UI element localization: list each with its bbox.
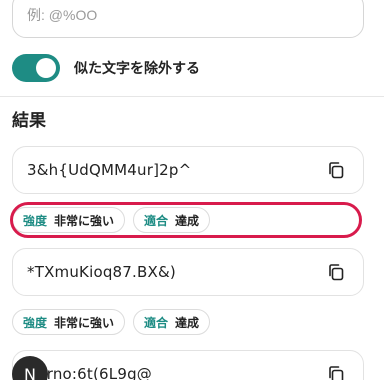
strength-key: 強度 [23,315,48,330]
strength-badge: 強度 非常に強い [12,309,126,335]
result-card: 3&h{UdQMM4ur]2p^ [12,146,364,194]
avatar-initial: N [24,364,36,380]
password-generator-page: 似た文字を除外する 結果 3&h{UdQMM4ur]2p^ 強度 非常に強い 適… [0,0,384,380]
copy-icon [329,264,344,281]
fit-key: 適合 [144,213,169,228]
fit-badge: 適合 達成 [133,309,211,335]
copy-button[interactable] [323,157,349,183]
result-card: *TXmuKioq87.BX&) [12,248,364,296]
exclude-characters-input[interactable] [12,0,364,38]
fit-value: 達成 [175,315,200,330]
divider [0,96,384,97]
exclude-similar-toggle[interactable] [12,54,60,82]
fit-key: 適合 [144,315,169,330]
strength-value: 非常に強い [54,315,115,330]
fit-value: 達成 [175,213,200,228]
copy-button[interactable] [323,259,349,285]
strength-badge: 強度 非常に強い [12,207,126,233]
generated-password: *TXmuKioq87.BX&) [27,263,176,281]
result-badges: 強度 非常に強い 適合 達成 [12,207,211,233]
copy-button[interactable] [323,361,349,380]
toggle-knob [36,58,56,78]
fit-badge: 適合 達成 [133,207,211,233]
results-title: 結果 [12,111,46,131]
result-card: drno:6t(6L9g@ [12,350,364,380]
exclude-similar-label: 似た文字を除外する [74,61,200,77]
strength-key: 強度 [23,213,48,228]
strength-value: 非常に強い [54,213,115,228]
generated-password: 3&h{UdQMM4ur]2p^ [27,161,192,179]
result-badges: 強度 非常に強い 適合 達成 [12,309,211,335]
copy-icon [329,366,344,380]
exclude-similar-toggle-row: 似た文字を除外する [12,54,200,82]
copy-icon [329,162,344,179]
